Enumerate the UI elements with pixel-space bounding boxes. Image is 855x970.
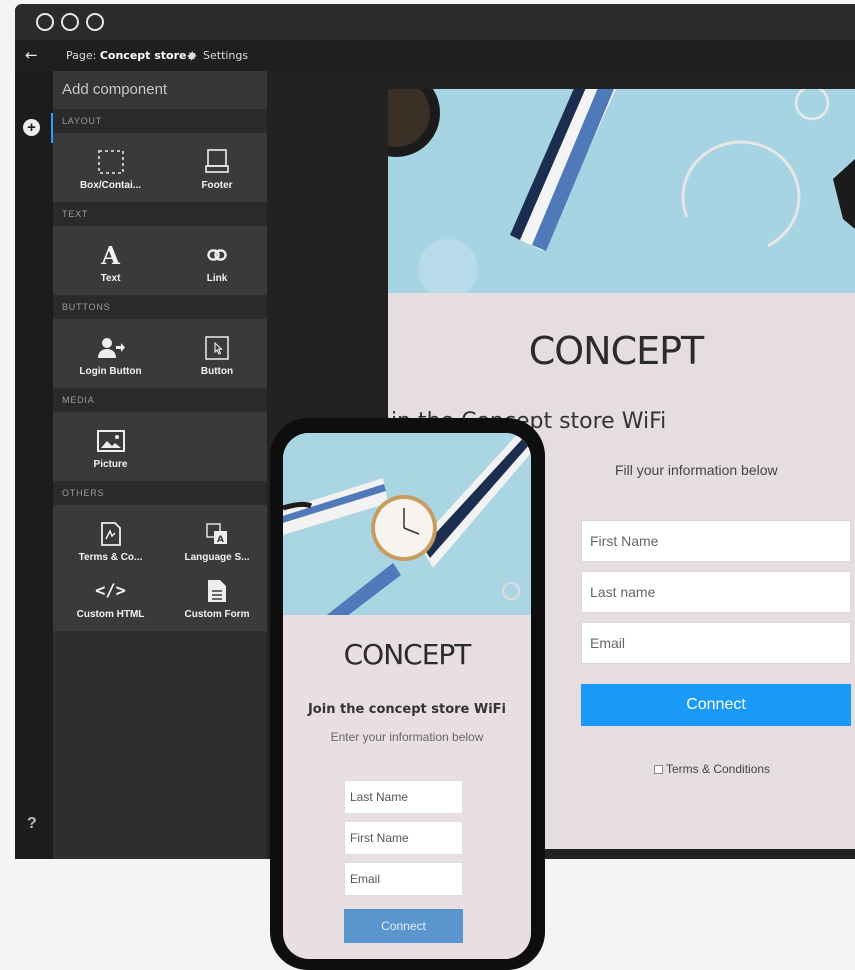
component-link[interactable]: Link [168, 232, 266, 289]
component-terms-conditions[interactable]: Terms & Co... [53, 511, 168, 568]
hero-image [388, 89, 855, 293]
settings-label: Settings [203, 49, 249, 62]
gear-icon [187, 51, 197, 60]
title-bar [15, 4, 855, 40]
page-name: Concept store [99, 49, 187, 62]
component-footer[interactable]: Footer [168, 139, 266, 196]
mobile-preview[interactable]: CONCEPT Join the concept store WiFi Ente… [283, 433, 531, 959]
help-icon[interactable]: ? [27, 815, 37, 833]
page-label-prefix: Page: [66, 49, 97, 62]
component-label: Custom HTML [76, 609, 145, 620]
component-label: Link [206, 273, 228, 284]
text-a-icon: A [101, 240, 120, 270]
first-name-field[interactable]: First Name [581, 520, 851, 562]
component-label: Custom Form [184, 609, 250, 620]
mobile-hero-image [283, 433, 531, 615]
language-icon: A [206, 523, 227, 545]
settings-button[interactable]: Settings [186, 49, 248, 62]
media-grid: Picture [53, 412, 267, 481]
code-icon: </> [95, 581, 126, 601]
component-picture[interactable]: Picture [53, 418, 168, 475]
window-minimize-control[interactable] [61, 13, 79, 31]
component-custom-html[interactable]: </> Custom HTML [53, 568, 168, 625]
left-rail: + ? [15, 71, 53, 859]
window-close-control[interactable] [36, 13, 54, 31]
section-layout: LAYOUT [53, 109, 267, 133]
component-label: Terms & Co... [78, 552, 143, 563]
section-others: OTHERS [53, 481, 267, 505]
component-label: Button [200, 366, 234, 377]
mobile-brand-logo: CONCEPT [343, 638, 472, 671]
component-box-container[interactable]: Box/Contai... [53, 139, 168, 196]
user-login-icon [97, 338, 125, 358]
section-text: TEXT [53, 202, 267, 226]
others-grid: Terms & Co... A Language S... </> Custom… [53, 505, 267, 631]
back-arrow-icon[interactable]: ← [25, 46, 38, 64]
svg-text:A: A [217, 535, 224, 545]
last-name-field[interactable]: Last name [581, 571, 851, 613]
component-label: Box/Contai... [79, 180, 142, 191]
mobile-last-name-field[interactable]: Last Name [344, 780, 463, 814]
text-grid: A Text Link [53, 226, 267, 295]
add-component-icon[interactable]: + [23, 119, 40, 136]
form-document-icon [208, 580, 226, 602]
section-media: MEDIA [53, 388, 267, 412]
mobile-phone-mockup: CONCEPT Join the concept store WiFi Ente… [270, 418, 545, 970]
checkbox-icon[interactable] [654, 765, 663, 774]
layout-grid: Box/Contai... Footer [53, 133, 267, 202]
footer-icon [205, 149, 229, 173]
dashed-box-icon [97, 150, 124, 174]
window-maximize-control[interactable] [86, 13, 104, 31]
component-language-selector[interactable]: A Language S... [168, 511, 266, 568]
mobile-subheading: Enter your information below [330, 730, 484, 744]
panel-title: Add component [53, 71, 267, 109]
brand-logo: CONCEPT [528, 329, 705, 373]
component-login-button[interactable]: Login Button [53, 325, 168, 382]
component-label: Login Button [79, 366, 142, 377]
component-text[interactable]: A Text [53, 232, 168, 289]
component-label: Text [100, 273, 121, 284]
mobile-heading: Join the concept store WiFi [307, 702, 507, 717]
mobile-first-name-field[interactable]: First Name [344, 821, 463, 855]
component-label: Picture [93, 459, 128, 470]
mobile-email-field[interactable]: Email [344, 862, 463, 896]
terms-label: Terms & Conditions [666, 762, 771, 776]
link-icon [207, 249, 227, 261]
connect-button[interactable]: Connect [581, 684, 851, 726]
section-buttons: BUTTONS [53, 295, 267, 319]
picture-icon [96, 430, 125, 452]
component-panel: Add component LAYOUT Box/Contai... Foote… [53, 71, 267, 859]
terms-checkbox[interactable]: Terms & Conditions [654, 762, 770, 776]
component-label: Language S... [184, 552, 250, 563]
page-label: Page: Concept store [66, 49, 187, 62]
top-bar: ← Page: Concept store Settings [15, 40, 855, 71]
terms-document-icon [100, 522, 121, 546]
email-field[interactable]: Email [581, 622, 851, 664]
component-button[interactable]: Button [168, 325, 266, 382]
component-label: Footer [201, 180, 233, 191]
pointer-button-icon [205, 336, 229, 360]
buttons-grid: Login Button Button [53, 319, 267, 388]
mobile-connect-button[interactable]: Connect [344, 909, 463, 943]
component-custom-form[interactable]: Custom Form [168, 568, 266, 625]
